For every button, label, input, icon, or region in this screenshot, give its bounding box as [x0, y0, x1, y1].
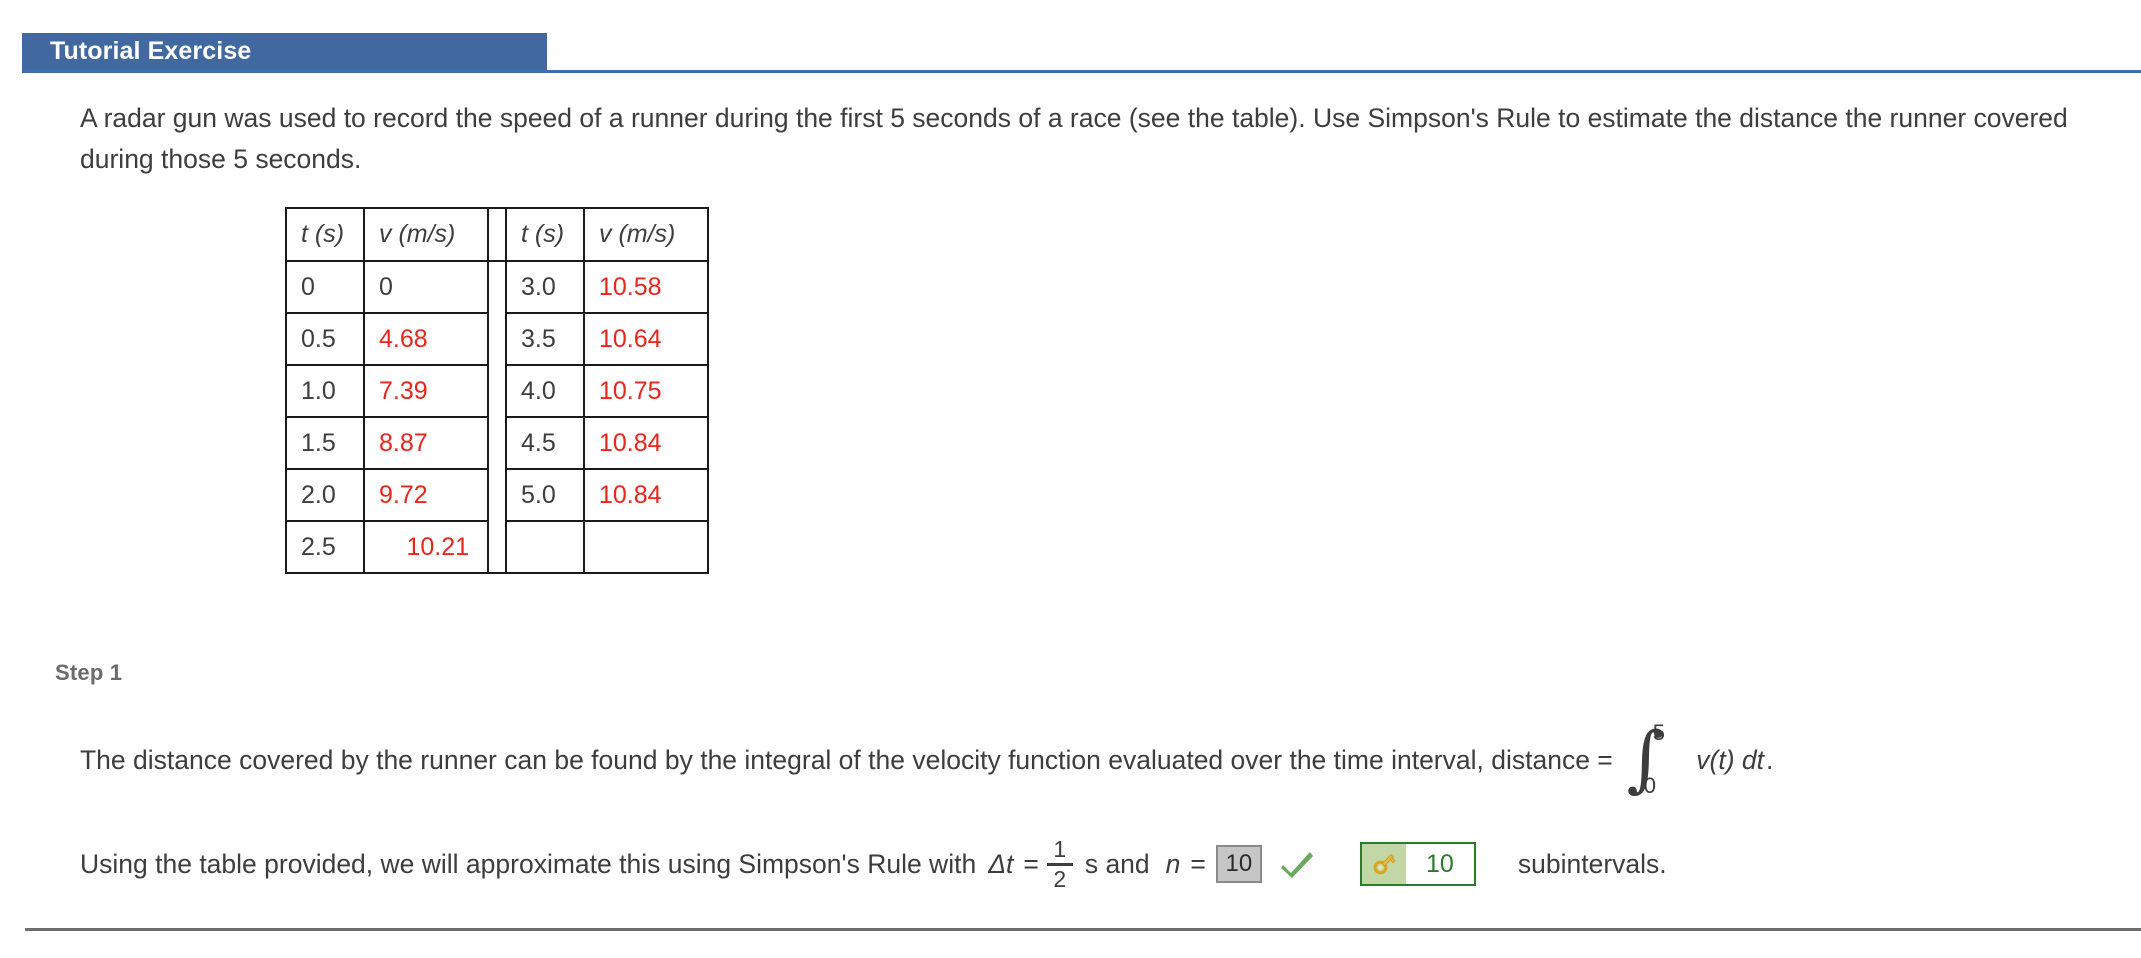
problem-statement: A radar gun was used to record the speed… — [80, 103, 2068, 174]
cell-value: 0.5 — [301, 324, 336, 353]
cell-v-right: 10.64 — [583, 312, 709, 366]
header-rule — [22, 70, 2141, 73]
simpson-rule-text: Using the table provided, we will approx… — [80, 848, 977, 879]
speed-data-table: t (s) v (m/s) t (s) v (m/s) 0 0 3.0 10.5… — [285, 207, 709, 574]
cell-value: 1.5 — [301, 428, 336, 457]
cell-v-right: 10.84 — [583, 416, 709, 470]
key-icon — [1361, 844, 1406, 885]
cell-t-right: 3.5 — [505, 312, 585, 366]
green-check-icon — [1280, 849, 1314, 879]
integrand-expression: v(t) dt — [1696, 744, 1765, 775]
header-t-left-label: t (s) — [301, 220, 345, 248]
equals-sign-1: = — [1023, 848, 1039, 879]
sentence-period: . — [1766, 744, 1774, 775]
cell-t-right: 5.0 — [505, 468, 585, 522]
cell-t-right-empty — [505, 520, 585, 574]
table-body: 0 0 3.0 10.58 0.5 4.68 3.5 10.64 1.0 7.3… — [285, 260, 709, 574]
cell-value: 0 — [379, 272, 393, 301]
fraction-denominator: 2 — [1053, 865, 1067, 892]
equals-sign-2: = — [1190, 848, 1206, 879]
cell-v-left: 0 — [363, 260, 489, 314]
bottom-divider — [25, 928, 2141, 931]
cell-value: 9.72 — [379, 480, 428, 509]
cell-t-left: 2.5 — [285, 520, 365, 574]
fraction-numerator: 1 — [1053, 836, 1067, 862]
header-v-right-label: v (m/s) — [599, 220, 676, 248]
cell-value: 10.21 — [406, 532, 469, 561]
unit-and-text: s and — [1084, 848, 1150, 879]
cell-value: 4.68 — [379, 324, 428, 353]
definite-integral-notation: 5 ∫ 0 — [1627, 720, 1665, 798]
cell-value: 10.84 — [599, 428, 662, 457]
cell-value: 10.84 — [599, 480, 662, 509]
integral-lower-limit: 0 — [1643, 773, 1657, 798]
step-1-label: Step 1 — [55, 660, 123, 685]
subintervals-label: subintervals. — [1517, 848, 1667, 879]
header-v-left-label: v (m/s) — [379, 220, 456, 248]
header-v-left: v (m/s) — [363, 207, 489, 262]
cell-value: 10.64 — [599, 324, 662, 353]
one-half-fraction: 1 2 — [1046, 836, 1073, 892]
cell-v-right-empty — [583, 520, 709, 574]
cell-value: 5.0 — [521, 480, 556, 509]
header-t-right-label: t (s) — [521, 220, 565, 248]
cell-value: 3.5 — [521, 324, 556, 353]
table-spacer-cell — [487, 260, 507, 574]
header-v-right: v (m/s) — [583, 207, 709, 262]
n-answer-input[interactable]: 10 — [1215, 845, 1262, 884]
cell-value: 10.75 — [599, 376, 662, 405]
cell-v-left: 8.87 — [363, 416, 489, 470]
speed-data-table-wrapper: t (s) v (m/s) t (s) v (m/s) 0 0 3.0 10.5… — [285, 207, 709, 574]
cell-v-left: 4.68 — [363, 312, 489, 366]
step-1-sentence-integral: The distance covered by the runner can b… — [80, 720, 1774, 798]
cell-v-right: 10.84 — [583, 468, 709, 522]
cell-v-right: 10.75 — [583, 364, 709, 418]
delta-t-symbol: Δt — [988, 848, 1014, 879]
tutorial-exercise-tab-label: Tutorial Exercise — [50, 37, 252, 65]
cell-t-right: 4.5 — [505, 416, 585, 470]
cell-value: 4.5 — [521, 428, 556, 457]
tutorial-exercise-tab: Tutorial Exercise — [22, 33, 547, 70]
cell-v-left: 10.21 — [363, 520, 489, 574]
table-spacer-column — [487, 207, 507, 262]
step-1-sentence-text: The distance covered by the runner can b… — [80, 744, 1613, 775]
header-t-right: t (s) — [505, 207, 585, 262]
cell-value: 4.0 — [521, 376, 556, 405]
cell-t-left: 1.0 — [285, 364, 365, 418]
header-t-left: t (s) — [285, 207, 365, 262]
cell-t-right: 4.0 — [505, 364, 585, 418]
page-header: Tutorial Exercise — [0, 33, 2141, 73]
cell-value: 1.0 — [301, 376, 336, 405]
answer-key-value: 10 — [1405, 844, 1474, 885]
table-header-row: t (s) v (m/s) t (s) v (m/s) — [285, 207, 709, 262]
step-1-simpson-rule-line: Using the table provided, we will approx… — [80, 838, 1667, 891]
cell-t-left: 0.5 — [285, 312, 365, 366]
cell-t-right: 3.0 — [505, 260, 585, 314]
cell-t-left: 2.0 — [285, 468, 365, 522]
cell-value: 3.0 — [521, 272, 556, 301]
cell-value: 2.5 — [301, 532, 336, 561]
cell-value: 10.58 — [599, 272, 662, 301]
cell-value: 7.39 — [379, 376, 428, 405]
table-row: 0 0 3.0 10.58 — [285, 260, 709, 574]
cell-v-left: 7.39 — [363, 364, 489, 418]
cell-t-left: 0 — [285, 260, 365, 314]
cell-v-right: 10.58 — [583, 260, 709, 314]
cell-v-left: 9.72 — [363, 468, 489, 522]
cell-value: 0 — [301, 272, 315, 301]
cell-t-left: 1.5 — [285, 416, 365, 470]
cell-value: 8.87 — [379, 428, 428, 457]
answer-key-box[interactable]: 10 — [1359, 842, 1476, 887]
cell-value: 2.0 — [301, 480, 336, 509]
n-symbol: n — [1165, 848, 1181, 879]
